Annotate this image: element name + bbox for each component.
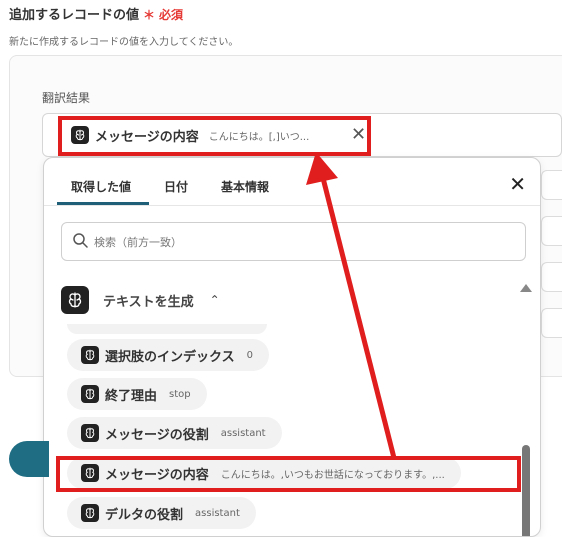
annotation-arrow [306, 152, 397, 459]
